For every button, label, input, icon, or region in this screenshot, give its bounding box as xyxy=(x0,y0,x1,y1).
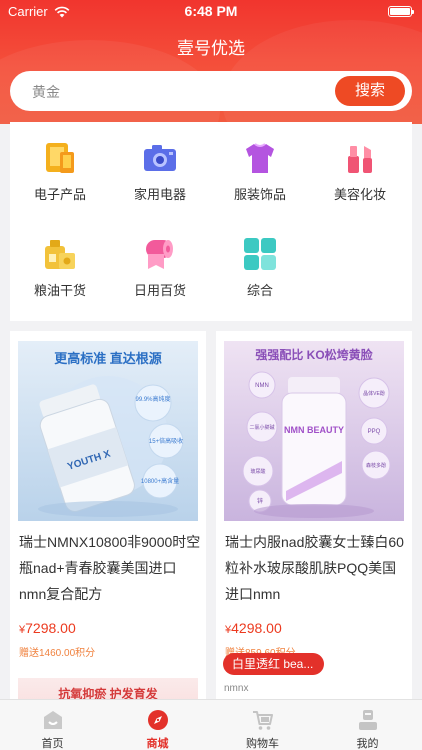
price-value: 7298.00 xyxy=(25,620,76,636)
search-button[interactable]: 搜索 xyxy=(335,76,405,106)
product-image[interactable]: 强强配比 KO松垮黄脸 NMN 晶体VE酚 二氯小檗碱 PPQ 玻尿酸 森枝多酚… xyxy=(224,341,404,521)
banner-text: 强强配比 KO松垮黄脸 xyxy=(255,347,373,362)
bubble-text: 10800+高含量 xyxy=(141,477,179,485)
tab-cart[interactable]: 购物车 xyxy=(210,700,315,750)
search-bar[interactable]: 黄金 搜索 xyxy=(10,71,412,111)
category-label: 粮油干货 xyxy=(33,283,86,298)
product-card[interactable]: 强强配比 KO松垮黄脸 NMN 晶体VE酚 二氯小檗碱 PPQ 玻尿酸 森枝多酚… xyxy=(216,331,412,699)
category-clothing[interactable]: 服装饰品 xyxy=(210,122,310,212)
category-label: 日用百货 xyxy=(133,283,186,298)
tab-label: 我的 xyxy=(356,738,379,750)
product-card[interactable]: 更高标准 直达根源 99.9%高纯度 15+倍高吸收 10800+高含量 YOU… xyxy=(10,331,206,676)
cart-icon xyxy=(252,709,274,731)
category-general[interactable]: 综合 xyxy=(210,218,310,308)
bottle-label: NMN BEAUTY xyxy=(284,425,344,435)
category-cosmetics[interactable]: 美容化妆 xyxy=(310,122,410,212)
category-label: 服装饰品 xyxy=(233,187,286,202)
status-bar: Carrier 6:48 PM xyxy=(0,0,422,22)
clock: 6:48 PM xyxy=(184,3,238,19)
bubble-text: 99.9%高纯度 xyxy=(135,395,170,403)
camera-icon xyxy=(142,140,178,176)
tab-profile[interactable]: 我的 xyxy=(315,700,420,750)
tab-label: 首页 xyxy=(41,738,64,750)
product-name[interactable]: 瑞士NMNX10800非9000时空瓶nad+青春胶囊美国进口nmn复合配方 xyxy=(19,529,201,607)
points-gift: 赠送1460.00积分 xyxy=(19,648,96,659)
category-daily-goods[interactable]: 日用百货 xyxy=(110,218,210,308)
category-appliances[interactable]: 家用电器 xyxy=(110,122,210,212)
grain-oil-icon xyxy=(42,236,78,272)
category-label: 综合 xyxy=(246,283,273,298)
category-label: 家用电器 xyxy=(133,187,186,202)
grid-icon xyxy=(242,236,278,272)
product-tag[interactable]: 白里透红 bea... xyxy=(223,653,324,675)
category-panel: 电子产品 家用电器 服装饰品 美容化妆 粮油干货 日用百货 综合 xyxy=(10,122,412,321)
banner-text: 更高标准 直达根源 xyxy=(54,351,162,366)
bubble-text: 二氯小檗碱 xyxy=(249,424,274,431)
tab-label: 购物车 xyxy=(246,738,279,750)
tab-mall[interactable]: 商城 xyxy=(105,700,210,750)
product-price: ¥7298.00 xyxy=(19,620,76,636)
bubble-text: 15+倍高吸收 xyxy=(149,437,183,445)
shop-name[interactable]: nmnx xyxy=(224,683,248,694)
bubble-text: 森枝多酚 xyxy=(366,462,386,469)
tab-home[interactable]: 首页 xyxy=(0,700,105,750)
search-input[interactable]: 黄金 xyxy=(32,82,60,102)
product-card[interactable]: 抗氧抑瘀 护发育发 xyxy=(10,670,206,699)
page-title: 壹号优选 xyxy=(177,39,245,58)
header: Carrier 6:48 PM 壹号优选 黄金 搜索 xyxy=(0,0,422,124)
electronics-icon xyxy=(42,140,78,176)
profile-icon xyxy=(357,709,379,731)
category-label: 电子产品 xyxy=(33,187,86,202)
category-grain-oil[interactable]: 粮油干货 xyxy=(10,218,110,308)
product-grid: 更高标准 直达根源 99.9%高纯度 15+倍高吸收 10800+高含量 YOU… xyxy=(0,321,422,699)
bubble-text: 锌 xyxy=(257,497,263,505)
category-label: 美容化妆 xyxy=(333,187,386,202)
compass-icon xyxy=(147,709,169,731)
bubble-text: NMN xyxy=(255,383,269,389)
bubble-text: 晶体VE酚 xyxy=(363,390,385,397)
bubble-text: PPQ xyxy=(368,429,381,435)
category-electronics[interactable]: 电子产品 xyxy=(10,122,110,212)
tshirt-icon xyxy=(242,140,278,176)
tab-label: 商城 xyxy=(146,738,169,750)
product-image[interactable]: 抗氧抑瘀 护发育发 xyxy=(18,678,198,699)
banner-text: 抗氧抑瘀 护发育发 xyxy=(58,686,158,699)
price-value: 4298.00 xyxy=(231,620,282,636)
tab-bar: 首页 商城 购物车 我的 xyxy=(0,699,422,750)
bubble-text: 玻尿酸 xyxy=(250,468,265,475)
home-icon xyxy=(42,709,64,731)
product-name[interactable]: 瑞士内服nad胶囊女士臻白60粒补水玻尿酸肌肤PQQ美国进口nmn xyxy=(225,529,407,607)
product-image[interactable]: 更高标准 直达根源 99.9%高纯度 15+倍高吸收 10800+高含量 YOU… xyxy=(18,341,198,521)
tissue-roll-icon xyxy=(142,236,178,272)
product-price: ¥4298.00 xyxy=(225,620,282,636)
battery-icon xyxy=(388,6,414,17)
cosmetics-icon xyxy=(342,140,378,176)
